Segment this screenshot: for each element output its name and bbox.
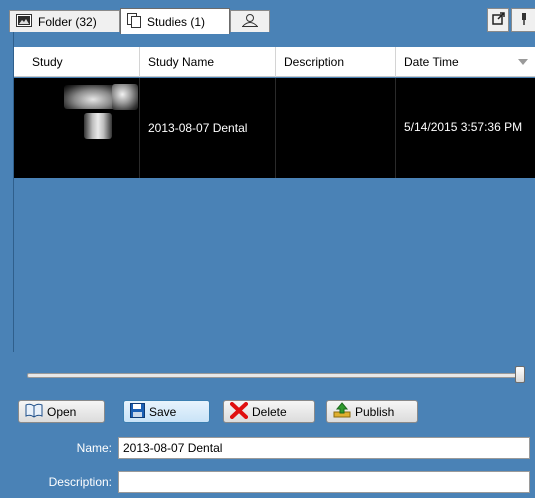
- table-row[interactable]: 2013-08-07 Dental 5/14/2015 3:57:36 PM: [14, 78, 535, 178]
- description-label: Description:: [48, 475, 112, 489]
- column-header-study-name[interactable]: Study Name: [140, 47, 276, 77]
- delete-button-label: Delete: [252, 404, 287, 419]
- thumbnail-size-slider[interactable]: [27, 373, 522, 378]
- pin-button[interactable]: [511, 8, 535, 32]
- study-thumbnail-cell: [14, 78, 140, 178]
- column-header-date-time-label: Date Time: [404, 55, 459, 69]
- floppy-disk-icon: [130, 402, 145, 421]
- date-time-value: 5/14/2015 3:57:36 PM: [404, 120, 523, 134]
- open-book-icon: [25, 403, 43, 421]
- tab-studies[interactable]: Studies (1): [120, 8, 230, 34]
- save-button-label: Save: [149, 404, 177, 419]
- description-cell: [276, 78, 396, 178]
- publish-upload-icon: [333, 402, 351, 421]
- delete-x-icon: [230, 401, 248, 422]
- publish-button-label: Publish: [355, 404, 395, 419]
- picture-icon: [16, 13, 32, 30]
- column-header-study[interactable]: Study: [14, 47, 140, 77]
- tab-patient[interactable]: [230, 10, 270, 32]
- sort-arrow-icon: [518, 59, 528, 65]
- delete-button[interactable]: Delete: [223, 400, 315, 423]
- publish-button[interactable]: Publish: [326, 400, 418, 423]
- open-button[interactable]: Open: [18, 400, 105, 423]
- slider-handle[interactable]: [515, 366, 525, 383]
- popout-icon: [491, 12, 505, 28]
- studies-grid: Study Study Name Description Date Time 2…: [13, 32, 535, 352]
- column-header-date-time[interactable]: Date Time: [396, 47, 535, 77]
- pin-icon: [519, 12, 529, 29]
- grid-header: Study Study Name Description Date Time: [14, 47, 535, 77]
- periapical-xray-image: [84, 113, 112, 139]
- popout-button[interactable]: [487, 8, 509, 32]
- study-name-cell: 2013-08-07 Dental: [140, 78, 276, 178]
- open-button-label: Open: [47, 404, 77, 419]
- name-label: Name:: [76, 441, 112, 455]
- tab-folder-label: Folder (32): [38, 14, 97, 29]
- user-icon: [241, 13, 259, 30]
- name-field[interactable]: [118, 437, 530, 459]
- tab-studies-label: Studies (1): [147, 14, 206, 29]
- tab-folder[interactable]: Folder (32): [9, 10, 120, 32]
- copy-icon: [127, 12, 141, 31]
- save-button[interactable]: Save: [123, 400, 210, 423]
- column-header-description[interactable]: Description: [276, 47, 396, 77]
- date-time-cell: 5/14/2015 3:57:36 PM: [396, 78, 535, 178]
- description-field[interactable]: [118, 471, 530, 493]
- bitewing-xray-image: [112, 84, 138, 110]
- xray-thumbnails: [32, 78, 139, 178]
